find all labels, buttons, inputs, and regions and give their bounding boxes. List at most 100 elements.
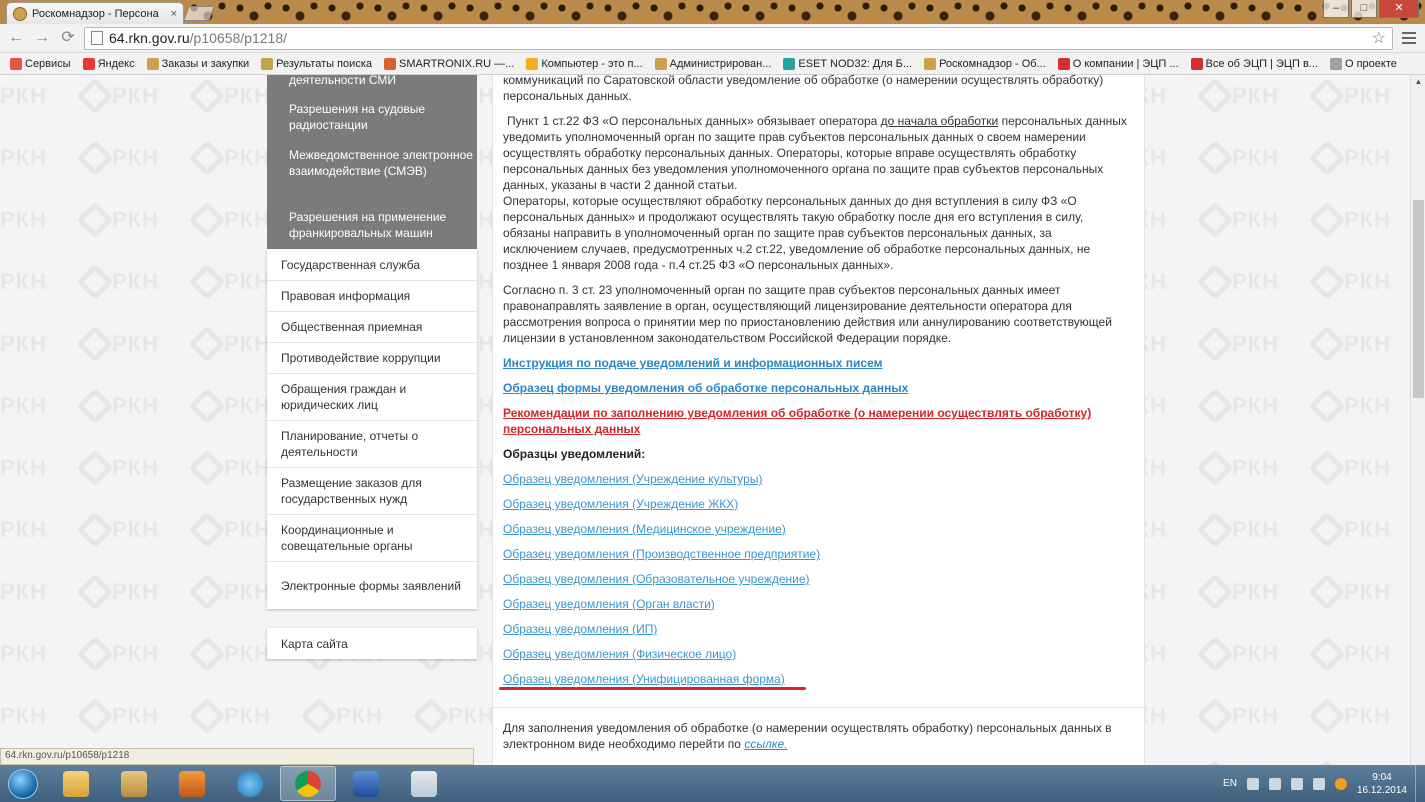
sidebar-submenu: деятельности СМИ Разрешения на судовые р… bbox=[267, 75, 477, 249]
maximize-button[interactable]: □ bbox=[1351, 0, 1377, 18]
vertical-scrollbar[interactable]: ▲ bbox=[1410, 75, 1425, 765]
rkn-logo-icon bbox=[188, 449, 226, 487]
taskbar-app-paint[interactable] bbox=[396, 766, 452, 801]
rkn-watermark: РКН bbox=[188, 573, 271, 611]
new-tab-button[interactable] bbox=[183, 6, 215, 21]
rkn-logo-icon bbox=[188, 697, 226, 735]
rkn-watermark: РКН bbox=[1308, 511, 1391, 549]
browser-tab[interactable]: Роскомнадзор - Персона × bbox=[6, 2, 184, 24]
sidebar-item[interactable]: Государственная служба bbox=[267, 249, 477, 281]
bookmark-item[interactable]: Сервисы bbox=[4, 57, 77, 70]
rkn-logo-icon bbox=[1196, 139, 1234, 177]
taskbar-app-chrome[interactable] bbox=[280, 766, 336, 801]
sample-notification-link[interactable]: Образец уведомления (Учреждение ЖКХ) bbox=[503, 497, 738, 511]
media-player-icon bbox=[179, 770, 205, 797]
usb-icon[interactable] bbox=[1246, 777, 1259, 790]
watermark-text: РКН bbox=[112, 393, 159, 418]
rkn-watermark: РКН bbox=[1196, 263, 1279, 301]
bookmark-item[interactable]: Яндекс bbox=[77, 57, 141, 70]
tab-close-icon[interactable]: × bbox=[171, 8, 177, 20]
taskbar-app-word[interactable] bbox=[338, 766, 394, 801]
electronic-form-link[interactable]: ссылке. bbox=[744, 737, 787, 751]
bookmark-item[interactable]: Заказы и закупки bbox=[141, 57, 256, 70]
taskbar-app-ie[interactable] bbox=[222, 766, 278, 801]
taskbar-app-files[interactable] bbox=[106, 766, 162, 801]
rkn-logo-icon bbox=[188, 139, 226, 177]
sidebar-item[interactable]: Координационные и совещательные органы bbox=[267, 515, 477, 562]
sidebar-item[interactable]: Общественная приемная bbox=[267, 312, 477, 343]
rkn-watermark: РКН bbox=[1196, 511, 1279, 549]
close-window-button[interactable]: ✕ bbox=[1379, 0, 1419, 18]
sample-notification-link[interactable]: Образец уведомления (Образовательное учр… bbox=[503, 572, 810, 586]
start-button[interactable] bbox=[0, 765, 46, 802]
sidebar-item[interactable]: Противодействие коррупции bbox=[267, 343, 477, 374]
instructions-link[interactable]: Инструкция по подаче уведомлений и инфор… bbox=[503, 355, 882, 371]
rkn-favicon-icon bbox=[13, 6, 27, 21]
show-desktop-button[interactable] bbox=[1415, 765, 1425, 802]
rkn-logo-icon bbox=[1196, 201, 1234, 239]
back-button[interactable]: ← bbox=[6, 28, 26, 48]
sample-notification-link[interactable]: Образец уведомления (Орган власти) bbox=[503, 597, 715, 611]
rkn-watermark: РКН bbox=[1196, 201, 1279, 239]
rkn-logo-icon bbox=[1308, 263, 1346, 301]
rkn-watermark: РКН bbox=[76, 201, 159, 239]
bookmark-item[interactable]: Результаты поиска bbox=[255, 57, 378, 70]
scrollbar-thumb[interactable] bbox=[1413, 200, 1424, 398]
rkn-watermark: РКН bbox=[1196, 449, 1279, 487]
taskbar-app-explorer[interactable] bbox=[48, 766, 104, 801]
taskbar-app-media[interactable] bbox=[164, 766, 220, 801]
form-sample-link[interactable]: Образец формы уведомления об обработке п… bbox=[503, 380, 908, 396]
rkn-logo-icon bbox=[188, 573, 226, 611]
rkn-watermark: РКН bbox=[1196, 697, 1279, 735]
sidebar-item[interactable]: Размещение заказов для государственных н… bbox=[267, 468, 477, 515]
sample-notification-link[interactable]: Образец уведомления (Физическое лицо) bbox=[503, 647, 736, 661]
bookmark-star-icon[interactable]: ☆ bbox=[1372, 28, 1386, 48]
sidebar-item[interactable]: Электронные формы заявлений bbox=[267, 562, 477, 609]
sidebar-subitem[interactable]: Разрешения на судовые радиостанции bbox=[289, 101, 474, 133]
flag-icon[interactable] bbox=[1312, 777, 1325, 790]
sidebar-item[interactable]: Обращения граждан и юридических лиц bbox=[267, 374, 477, 421]
rkn-watermark: РКН bbox=[1308, 77, 1391, 115]
watermark-text: РКН bbox=[1232, 269, 1279, 294]
rkn-watermark: РКН bbox=[1196, 139, 1279, 177]
bookmark-item[interactable]: SMARTRONIX.RU —... bbox=[378, 57, 520, 70]
sidebar-item[interactable]: Планирование, отчеты о деятельности bbox=[267, 421, 477, 468]
bookmark-item[interactable]: Роскомнадзор - Об... bbox=[918, 57, 1052, 70]
sample-notification-link[interactable]: Образец уведомления (Производственное пр… bbox=[503, 547, 820, 561]
system-clock[interactable]: 9:04 16.12.2014 bbox=[1357, 771, 1407, 797]
bookmark-item[interactable]: О компании | ЭЦП ... bbox=[1052, 57, 1185, 70]
sidebar-subitem[interactable]: Разрешения на применение франкировальных… bbox=[289, 209, 474, 241]
bookmark-item[interactable]: О проекте bbox=[1324, 57, 1403, 70]
language-indicator[interactable]: EN bbox=[1223, 778, 1237, 789]
sample-notification-link[interactable]: Образец уведомления (Медицинское учрежде… bbox=[503, 522, 786, 536]
reload-button[interactable]: ⟳ bbox=[58, 28, 78, 48]
watermark-text: РКН bbox=[1232, 83, 1279, 108]
watermark-text: РКН bbox=[1232, 455, 1279, 480]
sidebar-subitem[interactable]: деятельности СМИ bbox=[289, 75, 474, 88]
bookmark-item[interactable]: ESET NOD32: Для Б... bbox=[777, 57, 918, 70]
sitemap-link[interactable]: Карта сайта bbox=[267, 628, 477, 659]
scroll-up-icon[interactable]: ▲ bbox=[1411, 75, 1425, 89]
address-bar[interactable]: 64.rkn.gov.ru/p10658/p1218/ ☆ bbox=[84, 26, 1393, 50]
rkn-logo-icon bbox=[1308, 77, 1346, 115]
bookmark-item[interactable]: Все об ЭЦП | ЭЦП в... bbox=[1185, 57, 1324, 70]
recommendations-link[interactable]: Рекомендации по заполнению уведомления о… bbox=[503, 405, 1133, 437]
rkn-logo-icon bbox=[1308, 387, 1346, 425]
update-icon[interactable] bbox=[1334, 777, 1347, 790]
minimize-button[interactable]: – bbox=[1323, 0, 1349, 18]
bookmark-icon bbox=[1190, 57, 1203, 70]
bookmarks-bar: Сервисы Яндекс Заказы и закупки Результаты … bbox=[0, 53, 1425, 75]
volume-icon[interactable] bbox=[1290, 777, 1303, 790]
browser-menu-icon[interactable] bbox=[1399, 28, 1419, 48]
sample-notification-link[interactable]: Образец уведомления (ИП) bbox=[503, 622, 657, 636]
sample-notification-link[interactable]: Образец уведомления (Учреждение культуры… bbox=[503, 472, 762, 486]
network-icon[interactable] bbox=[1268, 777, 1281, 790]
watermark-text: РКН bbox=[0, 83, 47, 108]
watermark-text: РКН bbox=[224, 269, 271, 294]
bookmark-item[interactable]: Компьютер - это п... bbox=[520, 57, 648, 70]
sidebar-subitem[interactable]: Межведомственное электронное взаимодейст… bbox=[289, 147, 474, 179]
forward-button[interactable]: → bbox=[32, 28, 52, 48]
sidebar-item[interactable]: Правовая информация bbox=[267, 281, 477, 312]
sample-notification-link[interactable]: Образец уведомления (Унифицированная фор… bbox=[503, 672, 785, 686]
bookmark-item[interactable]: Администрирован... bbox=[649, 57, 778, 70]
